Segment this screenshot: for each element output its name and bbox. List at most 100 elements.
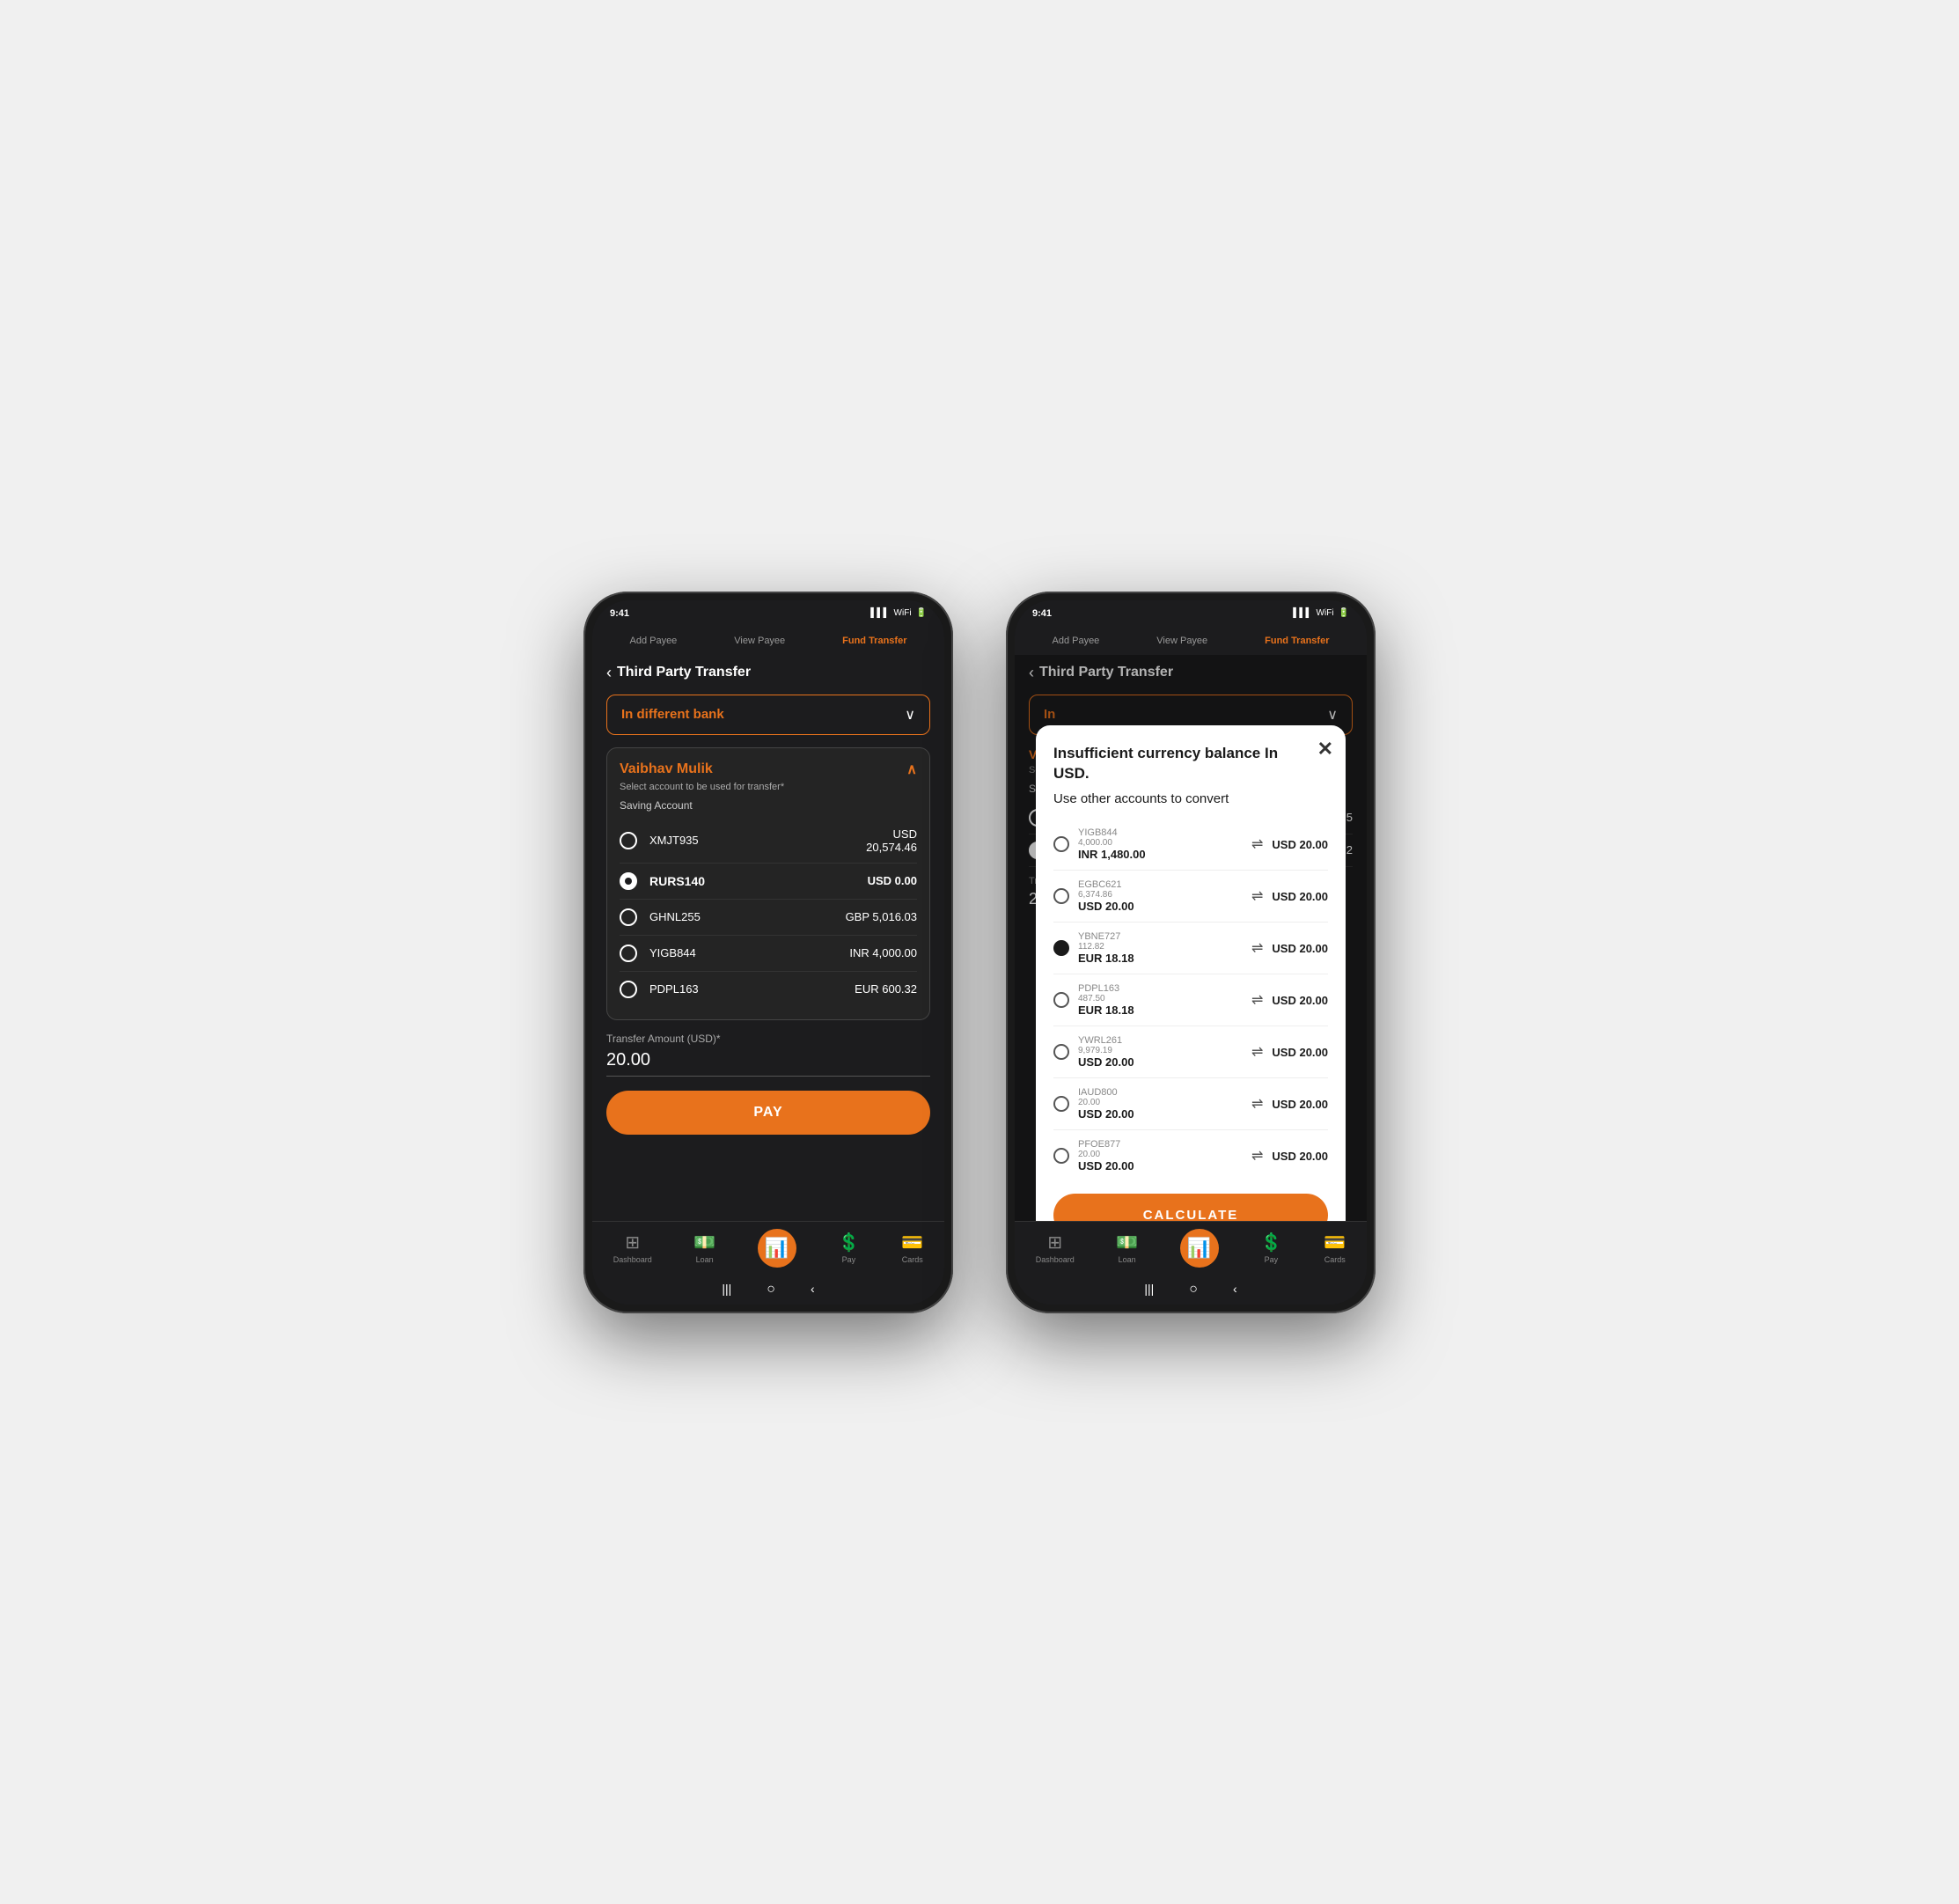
- modal-box-2: ✕ Insufficient currency balance In USD. …: [1036, 725, 1346, 1221]
- cards-icon-2: 💳: [1324, 1231, 1346, 1253]
- nav-loan-2[interactable]: 💵 Loan: [1116, 1231, 1138, 1264]
- account-section-1: Vaibhav Mulik ∧ Select account to be use…: [606, 747, 930, 1020]
- collapse-icon-1[interactable]: ∧: [906, 761, 917, 778]
- account-item-pdpl163[interactable]: PDPL163 EUR 600.32: [620, 972, 917, 1007]
- radio-rurs140[interactable]: [620, 872, 637, 890]
- conv-info-ybne727: YBNE727 112.82 EUR 18.18: [1078, 931, 1243, 965]
- battery-icon-2: 🔋: [1339, 608, 1349, 618]
- loan-icon-2: 💵: [1116, 1231, 1138, 1253]
- dashboard-icon-1: ⊞: [625, 1231, 640, 1253]
- account-item-ghnl255[interactable]: GHNL255 GBP 5,016.03: [620, 900, 917, 936]
- home-indicator-2: ||| ○ ‹: [1015, 1276, 1367, 1305]
- conv-arrow-iaud800: ⇌: [1251, 1095, 1263, 1113]
- conv-item-iaud800[interactable]: IAUD800 20.00 USD 20.00 ⇌ USD 20.00: [1053, 1078, 1328, 1130]
- account-owner-1: Vaibhav Mulik ∧: [620, 761, 917, 778]
- cards-icon-1: 💳: [901, 1231, 923, 1253]
- signal-icon-2: ▌▌▌: [1293, 608, 1311, 618]
- phone1: 9:41 ▌▌▌ WiFi 🔋 Add Payee View Payee Fun…: [583, 592, 953, 1313]
- radio-yigb844[interactable]: [620, 945, 637, 962]
- nav-cards-1[interactable]: 💳 Cards: [901, 1231, 923, 1264]
- conv-radio-pfoe877[interactable]: [1053, 1148, 1069, 1164]
- conv-arrow-pfoe877: ⇌: [1251, 1147, 1263, 1165]
- radio-ghnl255[interactable]: [620, 908, 637, 926]
- status-bar-1: 9:41 ▌▌▌ WiFi 🔋: [592, 600, 944, 627]
- tab-view-payee-1[interactable]: View Payee: [729, 634, 790, 648]
- phone1-outer: 9:41 ▌▌▌ WiFi 🔋 Add Payee View Payee Fun…: [583, 592, 953, 1313]
- radio-pdpl163[interactable]: [620, 981, 637, 998]
- account-amount-xmjt935: USD 20,574.46: [866, 827, 917, 854]
- nav-dashboard-1[interactable]: ⊞ Dashboard: [613, 1231, 652, 1264]
- conv-target-yigb844: USD 20.00: [1272, 838, 1328, 851]
- tab-add-payee-2[interactable]: Add Payee: [1046, 634, 1104, 648]
- conv-target-pdpl163: USD 20.00: [1272, 994, 1328, 1007]
- account-amount-rurs140: USD 0.00: [868, 874, 917, 887]
- account-item-rurs140[interactable]: RURS140 USD 0.00: [620, 864, 917, 900]
- loan-icon-1: 💵: [693, 1231, 715, 1253]
- loan-label-2: Loan: [1119, 1255, 1136, 1264]
- modal-title: Insufficient currency balance In USD.: [1053, 743, 1328, 785]
- analytics-icon-2: 📊: [1187, 1237, 1211, 1260]
- nav-cards-2[interactable]: 💳 Cards: [1324, 1231, 1346, 1264]
- conv-radio-ybne727[interactable]: [1053, 940, 1069, 956]
- conv-radio-yigb844[interactable]: [1053, 836, 1069, 852]
- tab-view-payee-2[interactable]: View Payee: [1151, 634, 1213, 648]
- status-time-1: 9:41: [610, 608, 629, 619]
- conv-info-pdpl163: PDPL163 487.50 EUR 18.18: [1078, 983, 1243, 1017]
- conv-item-egbc621[interactable]: EGBC621 6,374.86 USD 20.00 ⇌ USD 20.00: [1053, 871, 1328, 923]
- account-id-yigb844: YIGB844: [649, 946, 849, 959]
- conv-item-ywrl261[interactable]: YWRL261 9,979.19 USD 20.00 ⇌ USD 20.00: [1053, 1026, 1328, 1078]
- modal-close-button[interactable]: ✕: [1317, 738, 1333, 761]
- nav-pay-1[interactable]: 💲 Pay: [838, 1231, 860, 1264]
- chevron-down-icon-1: ∨: [905, 706, 915, 724]
- breadcrumb-1: ‹ Third Party Transfer: [606, 664, 930, 682]
- nav-pay-2[interactable]: 💲 Pay: [1260, 1231, 1282, 1264]
- conv-item-ybne727[interactable]: YBNE727 112.82 EUR 18.18 ⇌ USD 20.00: [1053, 923, 1328, 974]
- phone2: 9:41 ▌▌▌ WiFi 🔋 Add Payee View Payee Fun…: [1006, 592, 1376, 1313]
- account-id-xmjt935: XMJT935: [649, 834, 866, 847]
- account-amount-ghnl255: GBP 5,016.03: [846, 910, 917, 923]
- conv-item-pdpl163[interactable]: PDPL163 487.50 EUR 18.18 ⇌ USD 20.00: [1053, 974, 1328, 1026]
- conv-radio-pdpl163[interactable]: [1053, 992, 1069, 1008]
- status-icons-1: ▌▌▌ WiFi 🔋: [870, 608, 927, 618]
- status-bar-2: 9:41 ▌▌▌ WiFi 🔋: [1015, 600, 1367, 627]
- modal-overlay-2: ✕ Insufficient currency balance In USD. …: [1015, 655, 1367, 1221]
- transfer-section-1: Transfer Amount (USD)* 20.00: [606, 1033, 930, 1077]
- conv-info-ywrl261: YWRL261 9,979.19 USD 20.00: [1078, 1035, 1243, 1069]
- analytics-icon-1: 📊: [765, 1237, 789, 1260]
- account-amount-yigb844: INR 4,000.00: [849, 946, 917, 959]
- transfer-input-1[interactable]: 20.00: [606, 1050, 930, 1077]
- page-title-1: Third Party Transfer: [617, 665, 751, 680]
- nav-analytics-1[interactable]: 📊: [758, 1229, 796, 1268]
- conv-radio-iaud800[interactable]: [1053, 1096, 1069, 1112]
- conv-arrow-pdpl163: ⇌: [1251, 991, 1263, 1009]
- conv-arrow-yigb844: ⇌: [1251, 835, 1263, 853]
- wifi-icon-2: WiFi: [1317, 608, 1334, 618]
- conv-item-pfoe877[interactable]: PFOE877 20.00 USD 20.00 ⇌ USD 20.00: [1053, 1130, 1328, 1181]
- bank-selector-1[interactable]: In different bank ∨: [606, 695, 930, 735]
- account-type-1: Saving Account: [620, 799, 917, 812]
- conv-item-yigb844[interactable]: YIGB844 4,000.00 INR 1,480.00 ⇌ USD 20.0…: [1053, 819, 1328, 871]
- modal-subtitle: Use other accounts to convert: [1053, 791, 1328, 806]
- account-id-rurs140: RURS140: [649, 874, 868, 888]
- radio-xmjt935[interactable]: [620, 832, 637, 849]
- pay-button-1[interactable]: PAY: [606, 1091, 930, 1135]
- nav-dashboard-2[interactable]: ⊞ Dashboard: [1036, 1231, 1075, 1264]
- nav-analytics-2[interactable]: 📊: [1180, 1229, 1219, 1268]
- account-id-ghnl255: GHNL255: [649, 910, 846, 923]
- signal-icon: ▌▌▌: [870, 608, 889, 618]
- conv-info-pfoe877: PFOE877 20.00 USD 20.00: [1078, 1139, 1243, 1173]
- conv-radio-egbc621[interactable]: [1053, 888, 1069, 904]
- nav-loan-1[interactable]: 💵 Loan: [693, 1231, 715, 1264]
- tab-fund-transfer-1[interactable]: Fund Transfer: [837, 634, 912, 648]
- account-item-yigb844[interactable]: YIGB844 INR 4,000.00: [620, 936, 917, 972]
- conv-radio-ywrl261[interactable]: [1053, 1044, 1069, 1060]
- tab-fund-transfer-2[interactable]: Fund Transfer: [1259, 634, 1334, 648]
- back-arrow-1[interactable]: ‹: [606, 664, 612, 682]
- calculate-button[interactable]: CALCULATE: [1053, 1194, 1328, 1220]
- conv-target-egbc621: USD 20.00: [1272, 890, 1328, 903]
- tab-add-payee-1[interactable]: Add Payee: [624, 634, 682, 648]
- battery-icon: 🔋: [916, 608, 927, 618]
- account-item-xmjt935[interactable]: XMJT935 USD 20,574.46: [620, 819, 917, 864]
- pay-label-1: Pay: [842, 1255, 856, 1264]
- conv-target-iaud800: USD 20.00: [1272, 1098, 1328, 1111]
